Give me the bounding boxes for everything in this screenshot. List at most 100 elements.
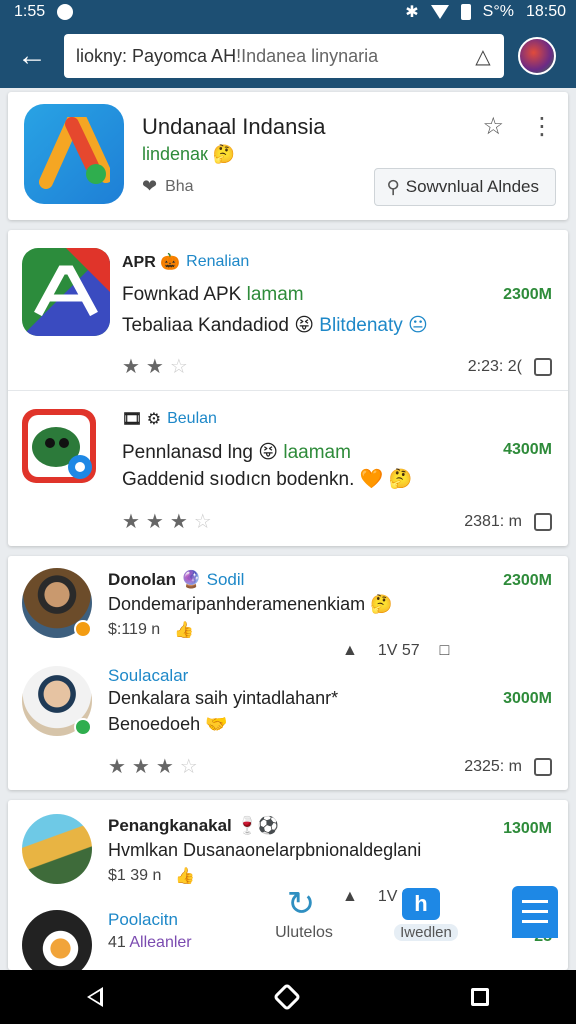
signal-icon (460, 4, 471, 20)
app-tag-prefix: 🎞 ⚙ (122, 411, 162, 428)
app-description-link[interactable]: Blitdenaty 😐 (319, 315, 428, 336)
search-icon: ⚲ (386, 176, 400, 197)
app-name: Fownkad APK lamam (122, 284, 304, 306)
heart-icon[interactable]: ❤ (142, 176, 157, 197)
badge-icon (74, 620, 92, 638)
app-name-text: Pennlanasd lng 😝 (122, 442, 279, 463)
feed-author-name: Penangkanakal 🍷⚽ (108, 816, 279, 835)
app-name: Pennlanasd lng 😝 laamam (122, 441, 351, 464)
system-back-icon[interactable] (87, 987, 103, 1007)
app-meta-text: Bha (165, 177, 194, 195)
download-button[interactable]: ⚲ Sowvnlual Alndes (373, 168, 556, 206)
app-icon (22, 409, 96, 483)
share-icon[interactable]: □ (440, 642, 450, 660)
app-logo-icon (24, 104, 124, 204)
app-meta: ❤ Bha (142, 176, 194, 197)
comment-author[interactable]: Donolan 🔮 Sodil (108, 570, 244, 590)
comment-stats-value: 1V 57 (377, 642, 420, 659)
system-home-icon[interactable] (272, 982, 302, 1012)
download-label: Sowvnlual Alndes (405, 177, 539, 196)
more-vert-icon[interactable]: ⋮ (530, 112, 554, 141)
comment-author[interactable]: Soulacalar (108, 666, 188, 686)
app-list-card: APR 🎃 Renalian Fownkad APK lamam Tebalia… (8, 230, 568, 546)
comment-author-tag: Soulacalar (108, 666, 189, 685)
app-description: Tebaliaa Kandadiod 😝 Blitdenaty 😐 (122, 314, 428, 337)
search-value-secondary: !Indanea linynaria (236, 45, 379, 66)
search-value: liokny: Payomca AH (76, 45, 237, 66)
list-item[interactable]: 🎞 ⚙ Beulan Pennlanasd lng 😝 laamam Gadde… (8, 390, 568, 546)
comment-meta: $:119 n 👍 (108, 620, 194, 640)
feed-author-2[interactable]: Poolacitn (108, 910, 178, 930)
feed-meta-2: 41 Alleanler (108, 934, 192, 952)
comment-author-tag: 🔮 Sodil (180, 570, 245, 589)
feed-author[interactable]: Penangkanakal 🍷⚽ (108, 816, 279, 836)
app-description-text: Gaddenid sıodıcn bodenkn. 🧡 🤔 (122, 469, 413, 490)
nav-refresh-label[interactable]: Ulutelos (262, 924, 346, 942)
app-time: 2381: m (464, 513, 522, 530)
bluetooth-icon: ✱ (405, 4, 419, 21)
avatar[interactable] (22, 814, 92, 884)
comment-text: Denkalara saih yintadlahanr* (108, 688, 339, 708)
app-bar: ← liokny: Payomca AH !Indanea linynaria … (0, 24, 576, 88)
feed-stats: ▲ 1V 5 (342, 888, 411, 906)
app-name-text: Fownkad APK (122, 284, 242, 305)
app-size: 4300M (503, 441, 552, 458)
bookmark-icon[interactable]: ☆ (482, 112, 504, 141)
menu-icon-line (522, 900, 548, 903)
comment-time: 2325: m (464, 758, 522, 775)
rating-stars: ★★★☆ (108, 756, 204, 778)
refresh-icon[interactable]: ↻ (270, 884, 332, 924)
arrow-left-icon: ← (17, 39, 47, 72)
home-app-icon[interactable]: h (402, 888, 440, 920)
app-logo-mark (39, 117, 110, 189)
select-checkbox[interactable] (534, 758, 552, 776)
search-input[interactable]: liokny: Payomca AH !Indanea linynaria △ (64, 34, 504, 78)
comment-author-name: Donolan (108, 570, 176, 589)
feed-meta-2-tag: Alleanler (129, 934, 192, 951)
back-button[interactable]: ← (0, 24, 64, 88)
comment-text: Dondemaripanhderamenenkiam 🤔 (108, 594, 393, 614)
thumbs-up-icon[interactable]: 👍 (174, 620, 194, 640)
system-recents-icon[interactable] (471, 988, 489, 1006)
like-icon[interactable]: ▲ (342, 888, 358, 906)
app-description-text: Tebaliaa Kandadiod 😝 (122, 315, 315, 336)
comment-text-continued: Benoedoeh 🤝 (108, 714, 228, 734)
avatar[interactable] (518, 37, 556, 75)
battery-level: S°% (482, 3, 514, 20)
app-header-card[interactable]: Undanaal Indansia lindenaк 🤔 ❤ Bha ☆ ⋮ ⚲… (8, 92, 568, 220)
menu-icon-line (522, 910, 548, 913)
menu-fab-button[interactable] (512, 886, 558, 938)
app-title: Undanaal Indansia (142, 114, 326, 139)
menu-icon-line (522, 920, 548, 923)
feed-author-2-name: Poolacitn (108, 910, 178, 929)
comment-size: 2300M (503, 572, 552, 589)
app-icon-graphic (28, 415, 92, 479)
status-time: 1:55 (14, 3, 46, 20)
status-clock: 18:50 (525, 3, 566, 20)
rating-stars: ★★☆ (122, 356, 194, 378)
app-developer[interactable]: lindenaк 🤔 (142, 144, 235, 165)
wifi-icon (430, 5, 449, 19)
header-actions: ☆ ⋮ (482, 112, 554, 141)
app-size: 2300M (503, 286, 552, 303)
feed-meta: $1 39 n 👍 (108, 866, 195, 886)
status-bar: 1:55 ✱ S°% 18:50 (0, 0, 576, 24)
app-time: 2:23: 2( (467, 358, 522, 375)
comment-price: $:119 n (108, 621, 161, 638)
feed-text: Hvmlkan Dusanaonelarpbnionaldeglani (108, 840, 422, 860)
nav-home-label[interactable]: Iwedlen (394, 924, 458, 941)
app-tag-label[interactable]: Renalian (186, 253, 249, 271)
app-icon (22, 248, 110, 336)
select-checkbox[interactable] (534, 358, 552, 376)
thumbs-up-icon[interactable]: 👍 (175, 866, 195, 886)
bell-icon[interactable]: △ (472, 45, 494, 68)
list-item[interactable]: APR 🎃 Renalian Fownkad APK lamam Tebalia… (8, 230, 568, 390)
comment-size: 3000M (503, 690, 552, 707)
badge-icon (74, 718, 92, 736)
select-checkbox[interactable] (534, 513, 552, 531)
like-icon[interactable]: ▲ (342, 642, 358, 660)
app-description: Gaddenid sıodıcn bodenkn. 🧡 🤔 (122, 467, 412, 491)
app-tag-label[interactable]: Beulan (167, 410, 217, 428)
app-name-highlight: lamam (246, 284, 304, 305)
app-tag: 🎞 ⚙ Beulan (122, 409, 217, 429)
